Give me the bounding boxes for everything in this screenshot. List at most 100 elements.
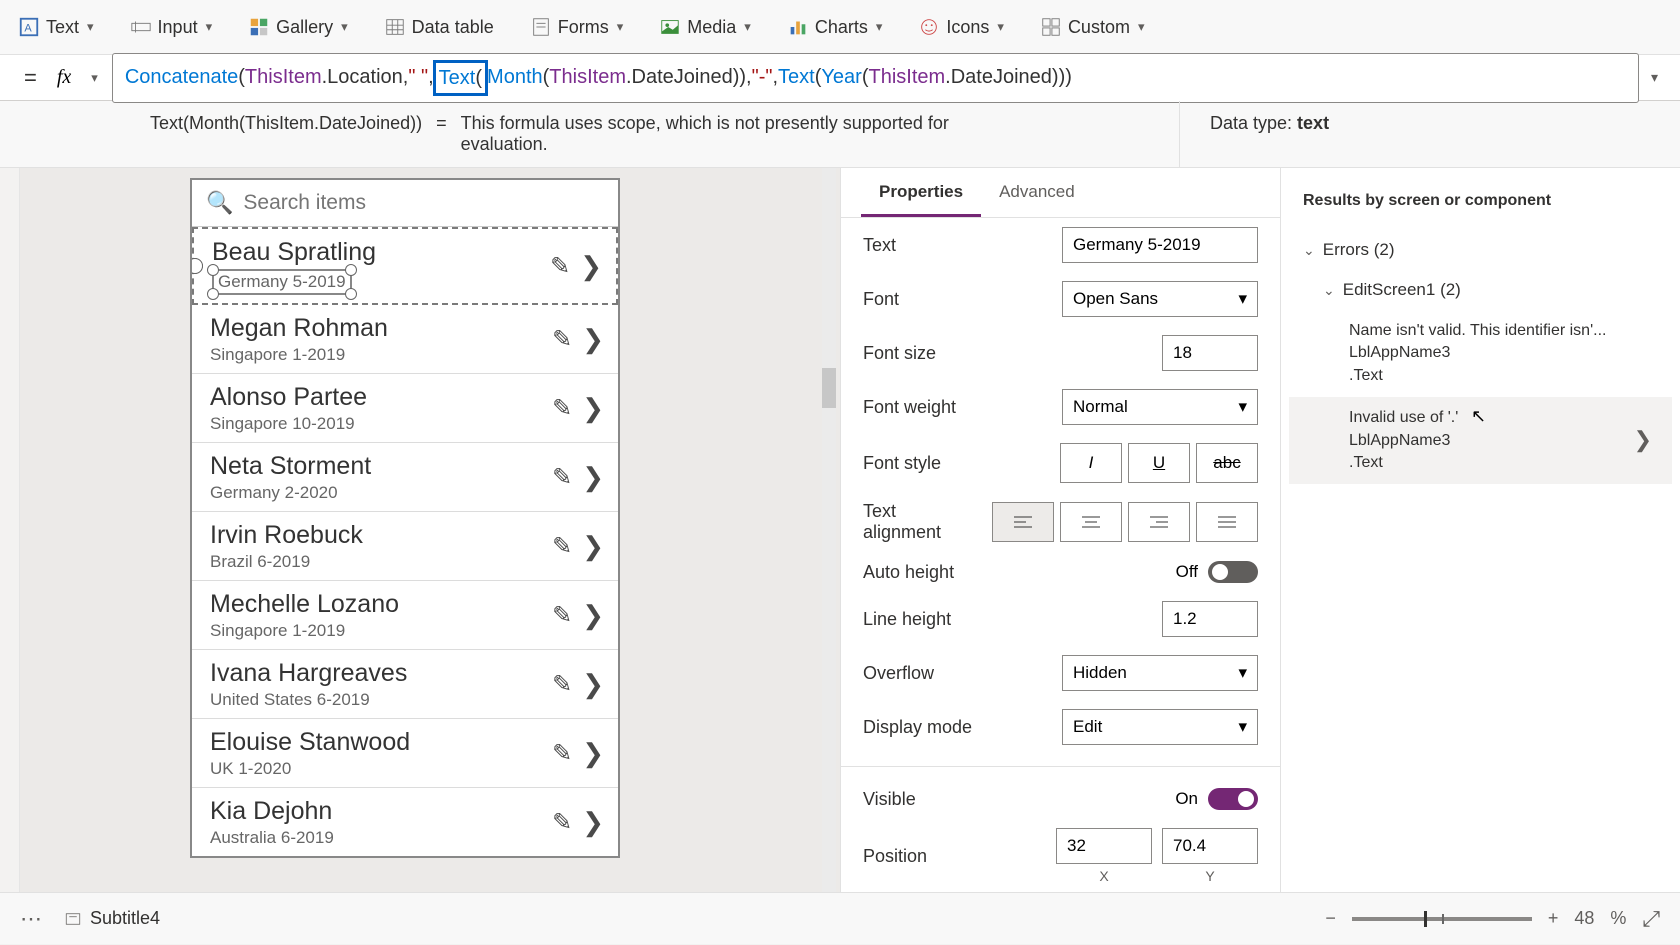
search-input[interactable] — [243, 191, 604, 215]
prop-size-input[interactable] — [1162, 335, 1258, 371]
position-x-input[interactable] — [1056, 828, 1152, 864]
item-subtitle[interactable]: Germany 5-2019 — [212, 269, 550, 295]
edit-icon[interactable]: ✎ — [550, 252, 570, 281]
list-item[interactable]: Elouise StanwoodUK 1-2020✎❯ — [192, 719, 618, 788]
italic-button[interactable]: I — [1060, 443, 1122, 483]
ribbon-datatable[interactable]: Data table — [376, 12, 502, 42]
align-right-icon — [1150, 515, 1168, 529]
prop-font-select[interactable]: Open Sans▾ — [1062, 281, 1258, 317]
list-item[interactable]: Kia DejohnAustralia 6-2019✎❯ — [192, 788, 618, 847]
prop-autoheight-label: Auto height — [863, 562, 1162, 583]
datatype-label: Data type: — [1210, 113, 1297, 133]
position-y-input[interactable] — [1162, 828, 1258, 864]
status-bar: ⋯ Subtitle4 − + 48 % ⤢ — [0, 892, 1680, 944]
prop-overflow-label: Overflow — [863, 663, 1048, 684]
overflow-menu[interactable]: ⋯ — [20, 906, 44, 932]
ribbon-custom[interactable]: Custom ▾ — [1032, 12, 1153, 42]
underline-button[interactable]: U — [1128, 443, 1190, 483]
errors-group[interactable]: ⌄Errors (2) — [1289, 230, 1672, 270]
autoheight-toggle[interactable] — [1208, 561, 1258, 583]
formula-input[interactable]: Concatenate(ThisItem.Location, " ", Text… — [112, 53, 1639, 103]
ribbon-gallery-label: Gallery — [276, 17, 333, 38]
breadcrumb[interactable]: Subtitle4 — [64, 908, 160, 929]
item-name: Ivana Hargreaves — [210, 658, 552, 688]
list-item[interactable]: Beau SpratlingGermany 5-2019✎❯ — [192, 227, 618, 305]
gallery-control[interactable]: 🔍 Beau SpratlingGermany 5-2019✎❯Megan Ro… — [190, 178, 620, 858]
edit-icon[interactable]: ✎ — [552, 463, 572, 492]
prop-size-label: Font size — [863, 343, 1148, 364]
gallery-list[interactable]: Beau SpratlingGermany 5-2019✎❯Megan Rohm… — [192, 227, 618, 847]
prop-overflow-select[interactable]: Hidden▾ — [1062, 655, 1258, 691]
item-name: Neta Storment — [210, 451, 552, 481]
media-icon — [659, 16, 681, 38]
list-item[interactable]: Ivana HargreavesUnited States 6-2019✎❯ — [192, 650, 618, 719]
tab-properties[interactable]: Properties — [861, 168, 981, 217]
fullscreen-icon[interactable]: ⤢ — [1642, 906, 1660, 932]
breadcrumb-label: Subtitle4 — [90, 908, 160, 929]
ribbon-text-label: Text — [46, 17, 79, 38]
chevron-down-icon: ▾ — [997, 19, 1004, 35]
prop-text-input[interactable] — [1062, 227, 1258, 263]
errors-screen-group[interactable]: ⌄EditScreen1 (2) — [1289, 270, 1672, 310]
chevron-down-icon: ▾ — [1238, 717, 1247, 737]
fx-chevron-icon[interactable]: ▾ — [77, 70, 112, 86]
visible-state: On — [1175, 789, 1198, 809]
ribbon-charts[interactable]: Charts ▾ — [779, 12, 891, 42]
edit-icon[interactable]: ✎ — [552, 670, 572, 699]
tab-advanced[interactable]: Advanced — [981, 168, 1093, 217]
list-item[interactable]: Mechelle LozanoSingapore 1-2019✎❯ — [192, 581, 618, 650]
error-item[interactable]: Name isn't valid. This identifier isn'..… — [1289, 310, 1672, 397]
edit-icon[interactable]: ✎ — [552, 394, 572, 423]
zoom-in-button[interactable]: + — [1548, 908, 1559, 929]
ribbon-icons[interactable]: Icons ▾ — [910, 12, 1012, 42]
ribbon-datatable-label: Data table — [412, 17, 494, 38]
align-justify-button[interactable] — [1196, 502, 1258, 542]
fx-label[interactable]: fx — [51, 66, 77, 89]
visible-toggle[interactable] — [1208, 788, 1258, 810]
ribbon-media[interactable]: Media ▾ — [651, 12, 759, 42]
ribbon-text[interactable]: A Text ▾ — [10, 12, 102, 42]
canvas-area[interactable]: 🔍 Beau SpratlingGermany 5-2019✎❯Megan Ro… — [20, 168, 840, 892]
prop-lineheight-input[interactable] — [1162, 601, 1258, 637]
ribbon-input[interactable]: Input ▾ — [122, 12, 221, 42]
chevron-right-icon[interactable]: ❯ — [582, 807, 604, 838]
align-center-button[interactable] — [1060, 502, 1122, 542]
prop-displaymode-select[interactable]: Edit▾ — [1062, 709, 1258, 745]
edit-icon[interactable]: ✎ — [552, 739, 572, 768]
chevron-right-icon[interactable]: ❯ — [582, 600, 604, 631]
edit-icon[interactable]: ✎ — [552, 532, 572, 561]
prop-weight-select[interactable]: Normal▾ — [1062, 389, 1258, 425]
item-subtitle: Australia 6-2019 — [210, 828, 552, 847]
chevron-down-icon: ▾ — [617, 19, 624, 35]
list-item[interactable]: Neta StormentGermany 2-2020✎❯ — [192, 443, 618, 512]
chevron-right-icon[interactable]: ❯ — [582, 531, 604, 562]
zoom-slider[interactable] — [1352, 917, 1532, 921]
formula-expand-icon[interactable]: ▾ — [1639, 69, 1670, 86]
formula-bar: = fx ▾ Concatenate(ThisItem.Location, " … — [0, 55, 1680, 101]
chevron-down-icon: ▾ — [1238, 397, 1247, 417]
chevron-right-icon[interactable]: ❯ — [582, 462, 604, 493]
edit-icon[interactable]: ✎ — [552, 325, 572, 354]
list-item[interactable]: Megan RohmanSingapore 1-2019✎❯ — [192, 305, 618, 374]
zoom-percent: % — [1610, 908, 1626, 929]
align-left-button[interactable] — [992, 502, 1054, 542]
edit-icon[interactable]: ✎ — [552, 808, 572, 837]
align-right-button[interactable] — [1128, 502, 1190, 542]
canvas-scrollbar[interactable] — [822, 168, 836, 892]
chevron-right-icon[interactable]: ❯ — [580, 251, 602, 282]
chevron-right-icon[interactable]: ❯ — [582, 669, 604, 700]
strike-button[interactable]: abc — [1196, 443, 1258, 483]
list-item[interactable]: Irvin RoebuckBrazil 6-2019✎❯ — [192, 512, 618, 581]
ribbon-gallery[interactable]: Gallery ▾ — [240, 12, 356, 42]
chevron-right-icon[interactable]: ❯ — [582, 324, 604, 355]
zoom-out-button[interactable]: − — [1325, 908, 1336, 929]
chevron-right-icon[interactable]: ❯ — [582, 393, 604, 424]
chevron-right-icon[interactable]: ❯ — [582, 738, 604, 769]
selected-token: Text( — [433, 60, 488, 96]
item-subtitle: Singapore 1-2019 — [210, 621, 552, 641]
edit-icon[interactable]: ✎ — [552, 601, 572, 630]
ribbon-forms[interactable]: Forms ▾ — [522, 12, 632, 42]
error-item-selected[interactable]: Invalid use of '.' LblAppName3 .Text ❯ — [1289, 397, 1672, 484]
list-item[interactable]: Alonso ParteeSingapore 10-2019✎❯ — [192, 374, 618, 443]
prop-visible-label: Visible — [863, 789, 1161, 810]
